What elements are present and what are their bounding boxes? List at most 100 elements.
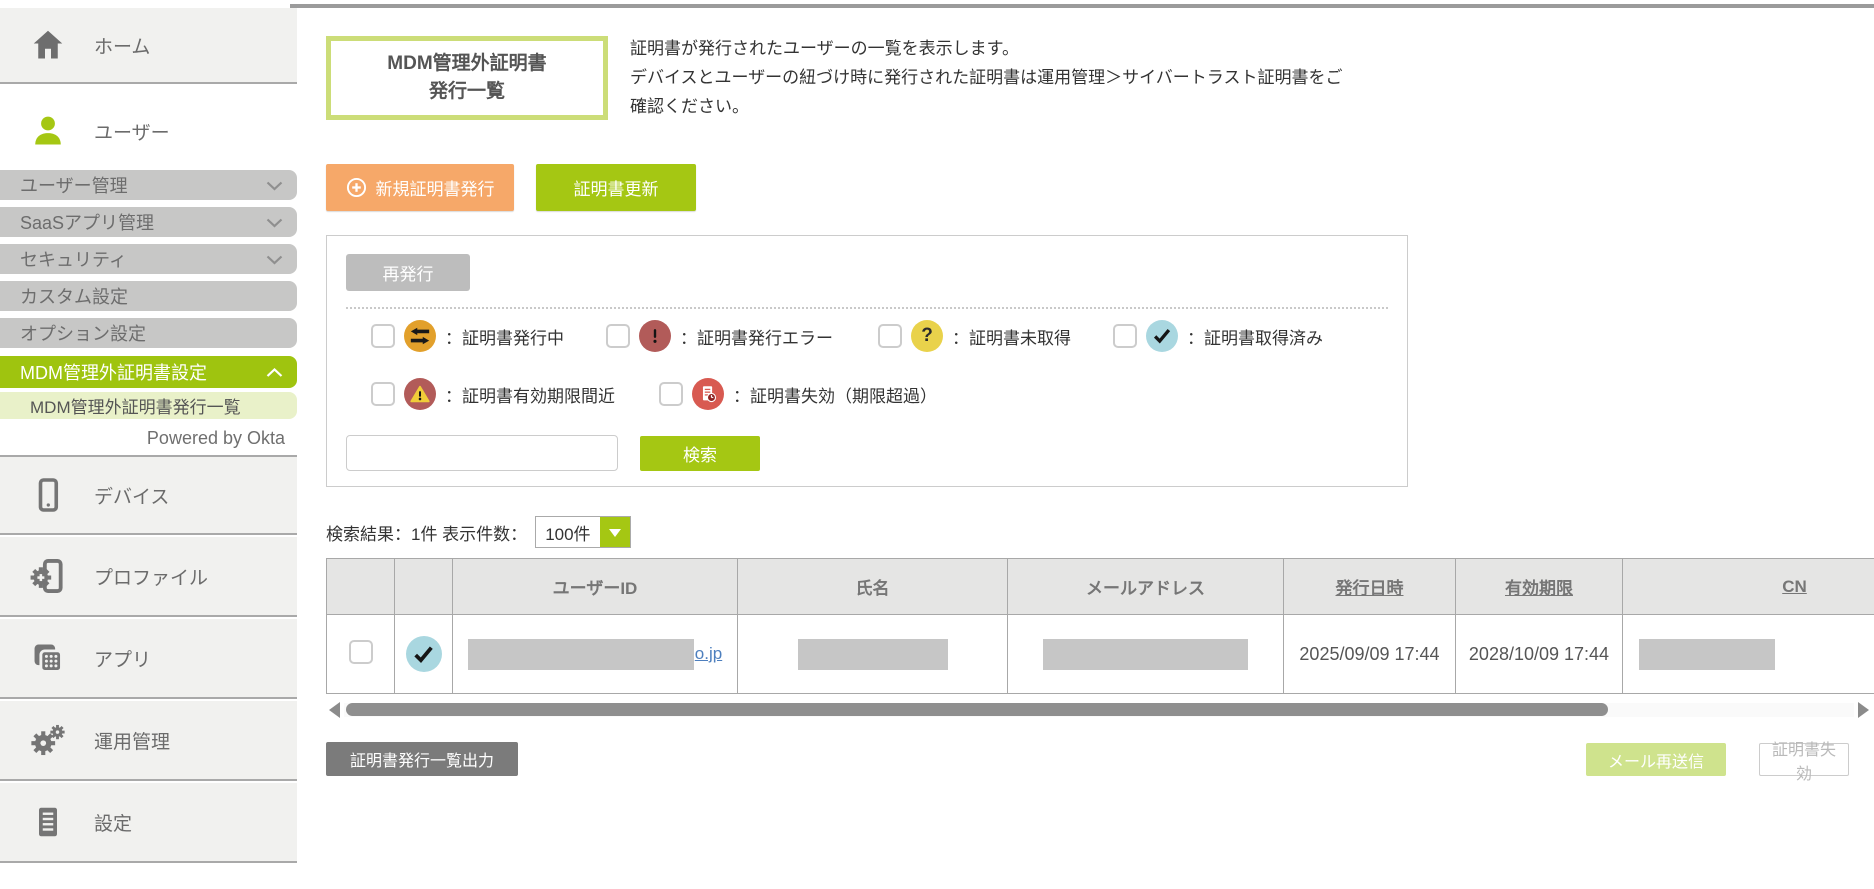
user-id-link[interactable]: o.jp (695, 644, 722, 664)
filter-item-label: ：証明書未取得 (952, 324, 1071, 349)
results-row: 検索結果：1件 表示件数： 100件 (326, 516, 631, 548)
sidebar-item-user-management[interactable]: ユーザー管理 (0, 170, 297, 200)
document-lines-icon (28, 802, 68, 842)
sidebar-subitem-label: MDM管理外証明書発行一覧 (30, 393, 241, 418)
table-header-row: ユーザーID 氏名 メールアドレス 発行日時 有効期限 CN (327, 559, 1874, 615)
redacted-user-id (468, 639, 694, 670)
cert-error-checkbox[interactable] (606, 324, 630, 348)
button-label: 証明書発行一覧出力 (350, 747, 494, 771)
redacted-email (1043, 639, 1248, 670)
powered-by-okta-label: Powered by Okta (0, 428, 285, 449)
button-label: 証明書失効 (1766, 736, 1842, 784)
search-input[interactable] (346, 435, 618, 471)
sidebar-item-custom-settings[interactable]: カスタム設定 (0, 281, 297, 311)
filter-item-cert-acquired: ：証明書取得済み (1113, 319, 1323, 353)
sidebar-item-option-settings[interactable]: オプション設定 (0, 318, 297, 348)
dropdown-arrow-icon (600, 517, 630, 547)
redacted-name (798, 639, 948, 670)
cert-revoked-icon (692, 378, 724, 410)
sidebar: ホーム ユーザー ユーザー管理 SaaSアプリ管理 セキュリティ カスタム設定 … (0, 0, 297, 889)
resend-mail-button[interactable]: メール再送信 (1586, 743, 1726, 776)
page-size-select[interactable]: 100件 (535, 516, 630, 548)
home-icon (28, 25, 68, 65)
table-row: o.jp 2025/09/09 17:44 2028/10/09 17:44 (327, 615, 1874, 694)
sidebar-item-saas-app-management[interactable]: SaaSアプリ管理 (0, 207, 297, 237)
action-button-row: 新規証明書発行 証明書更新 (326, 164, 696, 211)
sidebar-subitem-label: SaaSアプリ管理 (20, 209, 154, 235)
sidebar-item-label: 設定 (94, 809, 132, 836)
certificate-table: ユーザーID 氏名 メールアドレス 発行日時 有効期限 CN (326, 558, 1874, 697)
sidebar-subitem-label: セキュリティ (20, 246, 127, 272)
button-label: 証明書更新 (574, 175, 659, 200)
sidebar-item-user[interactable]: ユーザー (0, 100, 297, 162)
sort-expires-at[interactable]: 有効期限 (1505, 579, 1573, 598)
sidebar-item-operations[interactable]: 運用管理 (0, 701, 297, 781)
cert-issuing-checkbox[interactable] (371, 324, 395, 348)
filter-item-label: ：証明書取得済み (1187, 324, 1323, 349)
scroll-left-arrow[interactable] (329, 702, 340, 718)
chevron-up-icon (266, 362, 283, 383)
profile-gear-phone-icon (28, 556, 68, 596)
filter-item-cert-issuing: ：証明書発行中 (371, 319, 564, 353)
dotted-divider (346, 307, 1388, 309)
cert-revoked-checkbox[interactable] (659, 382, 683, 406)
sidebar-subitem-label: オプション設定 (20, 320, 146, 346)
new-certificate-button[interactable]: 新規証明書発行 (326, 164, 514, 211)
export-cert-list-button[interactable]: 証明書発行一覧出力 (326, 742, 518, 776)
top-divider (290, 4, 1874, 8)
scrollbar-track[interactable] (344, 703, 1854, 717)
header-issued-at: 発行日時 (1284, 559, 1456, 615)
cert-not-acquired-checkbox[interactable] (878, 324, 902, 348)
header-select-column (327, 559, 395, 615)
sidebar-item-apps[interactable]: アプリ (0, 619, 297, 699)
sidebar-item-profiles[interactable]: プロファイル (0, 537, 297, 617)
page-title-line2: 発行一覧 (429, 78, 505, 106)
sidebar-item-settings[interactable]: 設定 (0, 783, 297, 863)
sidebar-item-mdm-external-cert-list[interactable]: MDM管理外証明書発行一覧 (0, 392, 297, 419)
chevron-down-icon (266, 175, 283, 196)
user-icon (28, 111, 68, 151)
plus-circle-icon (346, 177, 367, 198)
sidebar-subitem-label: ユーザー管理 (20, 172, 128, 198)
sidebar-item-label: 運用管理 (94, 727, 170, 754)
description-line: 証明書が発行されたユーザーの一覧を表示します。 (630, 34, 1430, 63)
page-title: MDM管理外証明書 発行一覧 (326, 36, 608, 120)
sort-cn[interactable]: CN (1782, 577, 1807, 596)
gears-icon (28, 720, 68, 760)
filter-item-cert-expiring: ：証明書有効期限間近 (371, 377, 615, 411)
issued-at-value: 2025/09/09 17:44 (1284, 615, 1456, 694)
mdm-admin-console: ホーム ユーザー ユーザー管理 SaaSアプリ管理 セキュリティ カスタム設定 … (0, 0, 1874, 889)
revoke-cert-button[interactable]: 証明書失効 (1759, 743, 1849, 776)
scrollbar-thumb[interactable] (346, 703, 1608, 716)
cert-expiring-icon (404, 378, 436, 410)
row-checkbox[interactable] (349, 640, 373, 664)
sort-issued-at[interactable]: 発行日時 (1336, 579, 1404, 598)
header-user-id: ユーザーID (453, 559, 738, 615)
filter-item-label: ：証明書失効（期限超過） (733, 382, 937, 407)
cert-issuing-icon (404, 320, 436, 352)
cert-expiring-checkbox[interactable] (371, 382, 395, 406)
filter-item-cert-not-acquired: ? ：証明書未取得 (878, 319, 1071, 353)
search-button[interactable]: 検索 (640, 436, 760, 471)
description-line: 確認ください。 (630, 92, 1430, 121)
cert-acquired-checkbox[interactable] (1113, 324, 1137, 348)
filter-item-cert-revoked: ：証明書失効（期限超過） (659, 377, 937, 411)
horizontal-scrollbar (329, 702, 1869, 718)
cert-acquired-icon (1146, 320, 1178, 352)
cert-error-icon (639, 320, 671, 352)
chevron-down-icon (266, 249, 283, 270)
sidebar-item-home[interactable]: ホーム (0, 8, 297, 84)
filter-item-label: ：証明書発行エラー (680, 324, 833, 349)
header-status-column (395, 559, 453, 615)
sidebar-item-label: ホーム (94, 32, 150, 59)
renew-certificate-button[interactable]: 証明書更新 (536, 164, 696, 211)
sidebar-item-label: ユーザー (94, 118, 170, 145)
sidebar-item-devices[interactable]: デバイス (0, 455, 297, 535)
page-description: 証明書が発行されたユーザーの一覧を表示します。 デバイスとユーザーの紐づけ時に発… (630, 34, 1430, 121)
row-status-cert-acquired-icon (406, 636, 442, 672)
scroll-right-arrow[interactable] (1858, 702, 1869, 718)
sidebar-item-security[interactable]: セキュリティ (0, 244, 297, 274)
results-summary: 検索結果：1件 表示件数： (326, 520, 527, 545)
sidebar-item-mdm-external-cert-settings[interactable]: MDM管理外証明書設定 (0, 356, 297, 388)
reissue-button[interactable]: 再発行 (346, 254, 470, 291)
